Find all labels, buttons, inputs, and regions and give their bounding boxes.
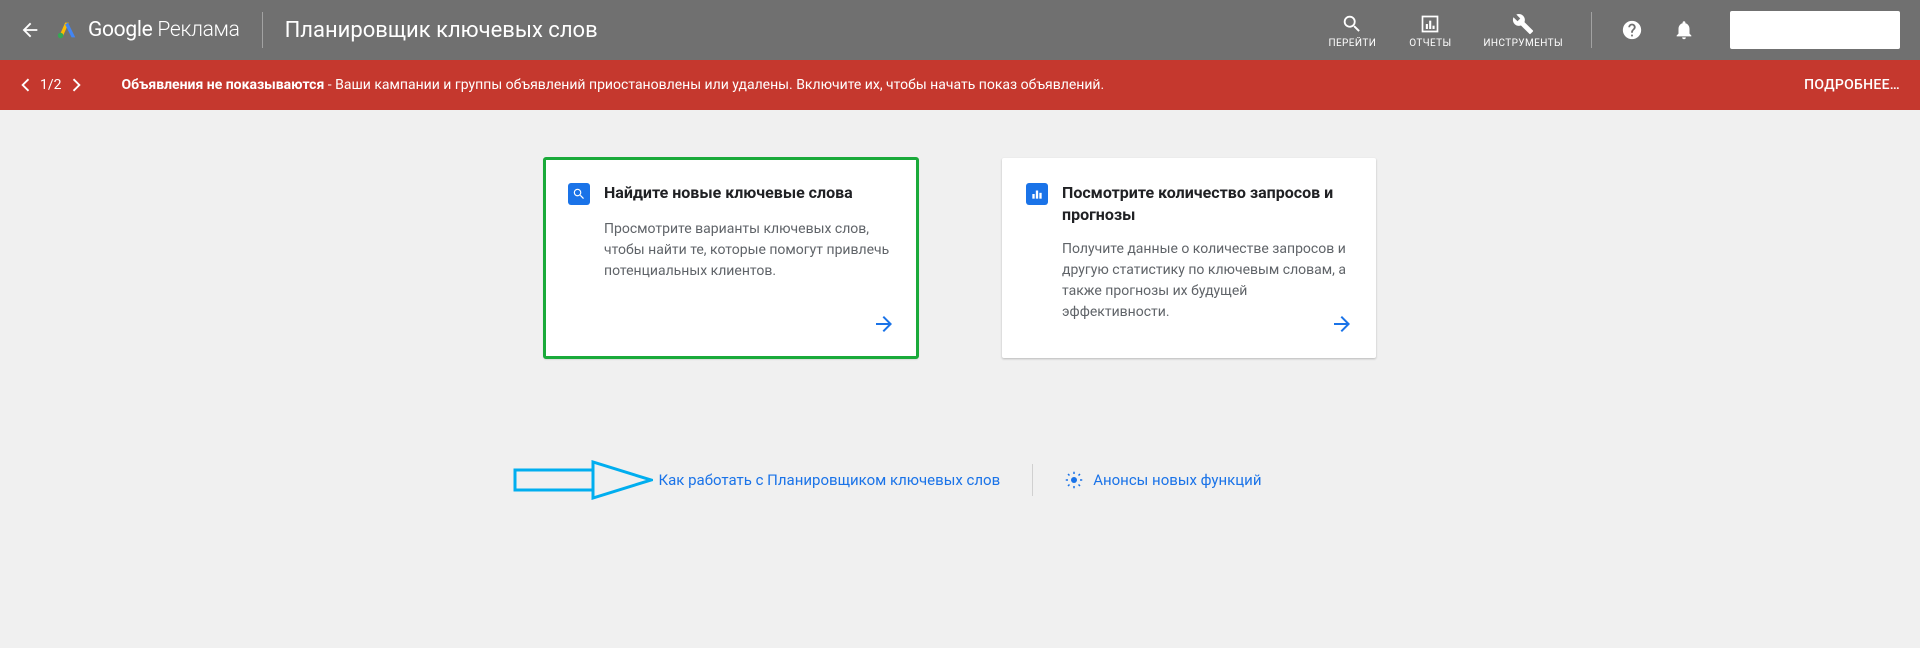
search-icon (1340, 12, 1364, 36)
notifications-icon[interactable] (1672, 18, 1696, 42)
footer-separator (1032, 464, 1033, 496)
arrow-right-icon (872, 312, 896, 340)
new-feature-icon (1065, 471, 1083, 489)
alert-strong: Объявления не показываются (122, 77, 325, 93)
alert-pager: 1/2 (20, 77, 82, 93)
search-tool-label: ПЕРЕЙТИ (1328, 38, 1376, 49)
header-tools: ПЕРЕЙТИ ОТЧЕТЫ ИНСТРУМЕНТЫ (1327, 11, 1900, 49)
account-switcher[interactable] (1730, 11, 1900, 49)
forecast-card-desc: Получите данные о количестве запросов и … (1062, 239, 1352, 323)
forecast-card-title: Посмотрите количество запросов и прогноз… (1062, 182, 1352, 225)
ads-logo-icon (56, 19, 78, 41)
header-separator-2 (1591, 12, 1592, 48)
chart-box-icon (1026, 183, 1048, 205)
instruments-tool-label: ИНСТРУМЕНТЫ (1483, 38, 1563, 49)
announcements-label: Анонсы новых функций (1093, 471, 1261, 489)
reports-tool[interactable]: ОТЧЕТЫ (1405, 12, 1455, 49)
instruments-tool[interactable]: ИНСТРУМЕНТЫ (1483, 12, 1563, 49)
alert-details-link[interactable]: ПОДРОБНЕЕ… (1804, 77, 1900, 93)
alert-next-icon[interactable] (72, 78, 82, 92)
annotation-arrow-icon (513, 460, 653, 504)
howto-link[interactable]: Как работать с Планировщиком ключевых сл… (658, 471, 1000, 489)
help-icon[interactable] (1620, 18, 1644, 42)
search-box-icon (568, 183, 590, 205)
alert-message: Объявления не показываются - Ваши кампан… (122, 77, 1805, 93)
arrow-right-icon (1330, 312, 1354, 340)
header-separator (262, 12, 263, 48)
brand-text: Google Реклама (88, 18, 240, 42)
reports-icon (1418, 12, 1442, 36)
app-header: Google Реклама Планировщик ключевых слов… (0, 0, 1920, 60)
forecast-card[interactable]: Посмотрите количество запросов и прогноз… (1002, 158, 1376, 358)
reports-tool-label: ОТЧЕТЫ (1409, 38, 1451, 49)
alert-prev-icon[interactable] (20, 78, 30, 92)
find-card-title: Найдите новые ключевые слова (604, 182, 853, 204)
main-content: Найдите новые ключевые слова Просмотрите… (0, 110, 1920, 496)
footer-links: Как работать с Планировщиком ключевых сл… (658, 464, 1261, 496)
wrench-icon (1511, 12, 1535, 36)
back-arrow-icon[interactable] (18, 18, 42, 42)
find-card-desc: Просмотрите варианты ключевых слов, чтоб… (604, 219, 894, 282)
search-tool[interactable]: ПЕРЕЙТИ (1327, 12, 1377, 49)
find-keywords-card[interactable]: Найдите новые ключевые слова Просмотрите… (544, 158, 918, 358)
announcements-link[interactable]: Анонсы новых функций (1065, 471, 1261, 489)
google-ads-logo[interactable]: Google Реклама (56, 18, 240, 42)
alert-bar: 1/2 Объявления не показываются - Ваши ка… (0, 60, 1920, 110)
option-cards: Найдите новые ключевые слова Просмотрите… (544, 158, 1376, 358)
page-title: Планировщик ключевых слов (285, 18, 1328, 43)
alert-index: 1/2 (40, 77, 62, 93)
